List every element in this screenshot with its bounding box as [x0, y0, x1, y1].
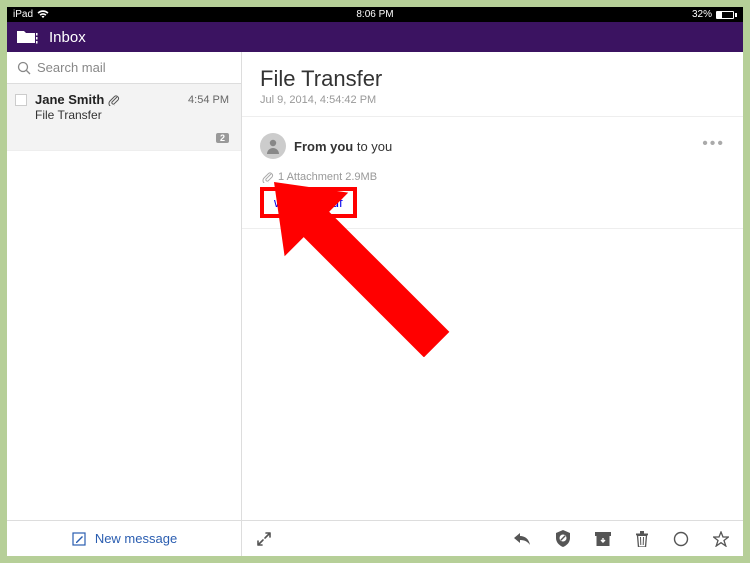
attachment-icon: [262, 171, 274, 183]
mail-subject: File Transfer: [260, 66, 725, 92]
star-icon[interactable]: [713, 531, 729, 547]
folder-title: Inbox: [49, 29, 86, 46]
message-time: 4:54 PM: [188, 94, 229, 106]
sender-name: Jane Smith: [35, 92, 188, 107]
mail-date: Jul 9, 2014, 4:54:42 PM: [260, 94, 725, 106]
carrier-label: iPad: [13, 9, 33, 20]
spam-icon[interactable]: [555, 530, 571, 547]
status-bar: iPad 8:06 PM 32%: [7, 7, 743, 22]
attachment-icon: [108, 94, 120, 106]
message-list-pane: Search mail Jane Smith 4:54 PM File Tran…: [7, 52, 242, 556]
archive-icon[interactable]: [595, 532, 611, 546]
more-menu-icon[interactable]: •••: [702, 135, 725, 153]
compose-button[interactable]: New message: [7, 520, 241, 556]
reply-icon[interactable]: [513, 532, 531, 546]
mail-toolbar: [242, 520, 743, 556]
attachment-summary: 1 Attachment 2.9MB: [278, 171, 377, 183]
from-line: From you to you: [294, 139, 392, 154]
trash-icon[interactable]: [635, 531, 649, 547]
attachment-link[interactable]: wikiHow.pdf: [260, 187, 357, 218]
checkbox[interactable]: [15, 94, 27, 106]
wifi-icon: [37, 10, 49, 19]
battery-icon: [716, 11, 737, 19]
mail-body: [242, 229, 743, 520]
expand-icon[interactable]: [256, 531, 513, 547]
compose-label: New message: [95, 531, 177, 546]
app-header: Inbox: [7, 22, 743, 52]
battery-pct: 32%: [692, 9, 712, 20]
unread-icon[interactable]: [673, 531, 689, 547]
message-pane: File Transfer Jul 9, 2014, 4:54:42 PM ••…: [242, 52, 743, 556]
avatar: [260, 133, 286, 159]
folder-icon[interactable]: [17, 29, 39, 45]
count-badge: 2: [216, 133, 229, 143]
search-input[interactable]: Search mail: [7, 52, 241, 84]
message-row[interactable]: Jane Smith 4:54 PM File Transfer 2: [7, 84, 241, 151]
message-subject: File Transfer: [35, 108, 229, 122]
clock: 8:06 PM: [356, 9, 393, 20]
compose-icon: [71, 531, 87, 547]
search-icon: [17, 61, 31, 75]
search-placeholder: Search mail: [37, 60, 106, 75]
